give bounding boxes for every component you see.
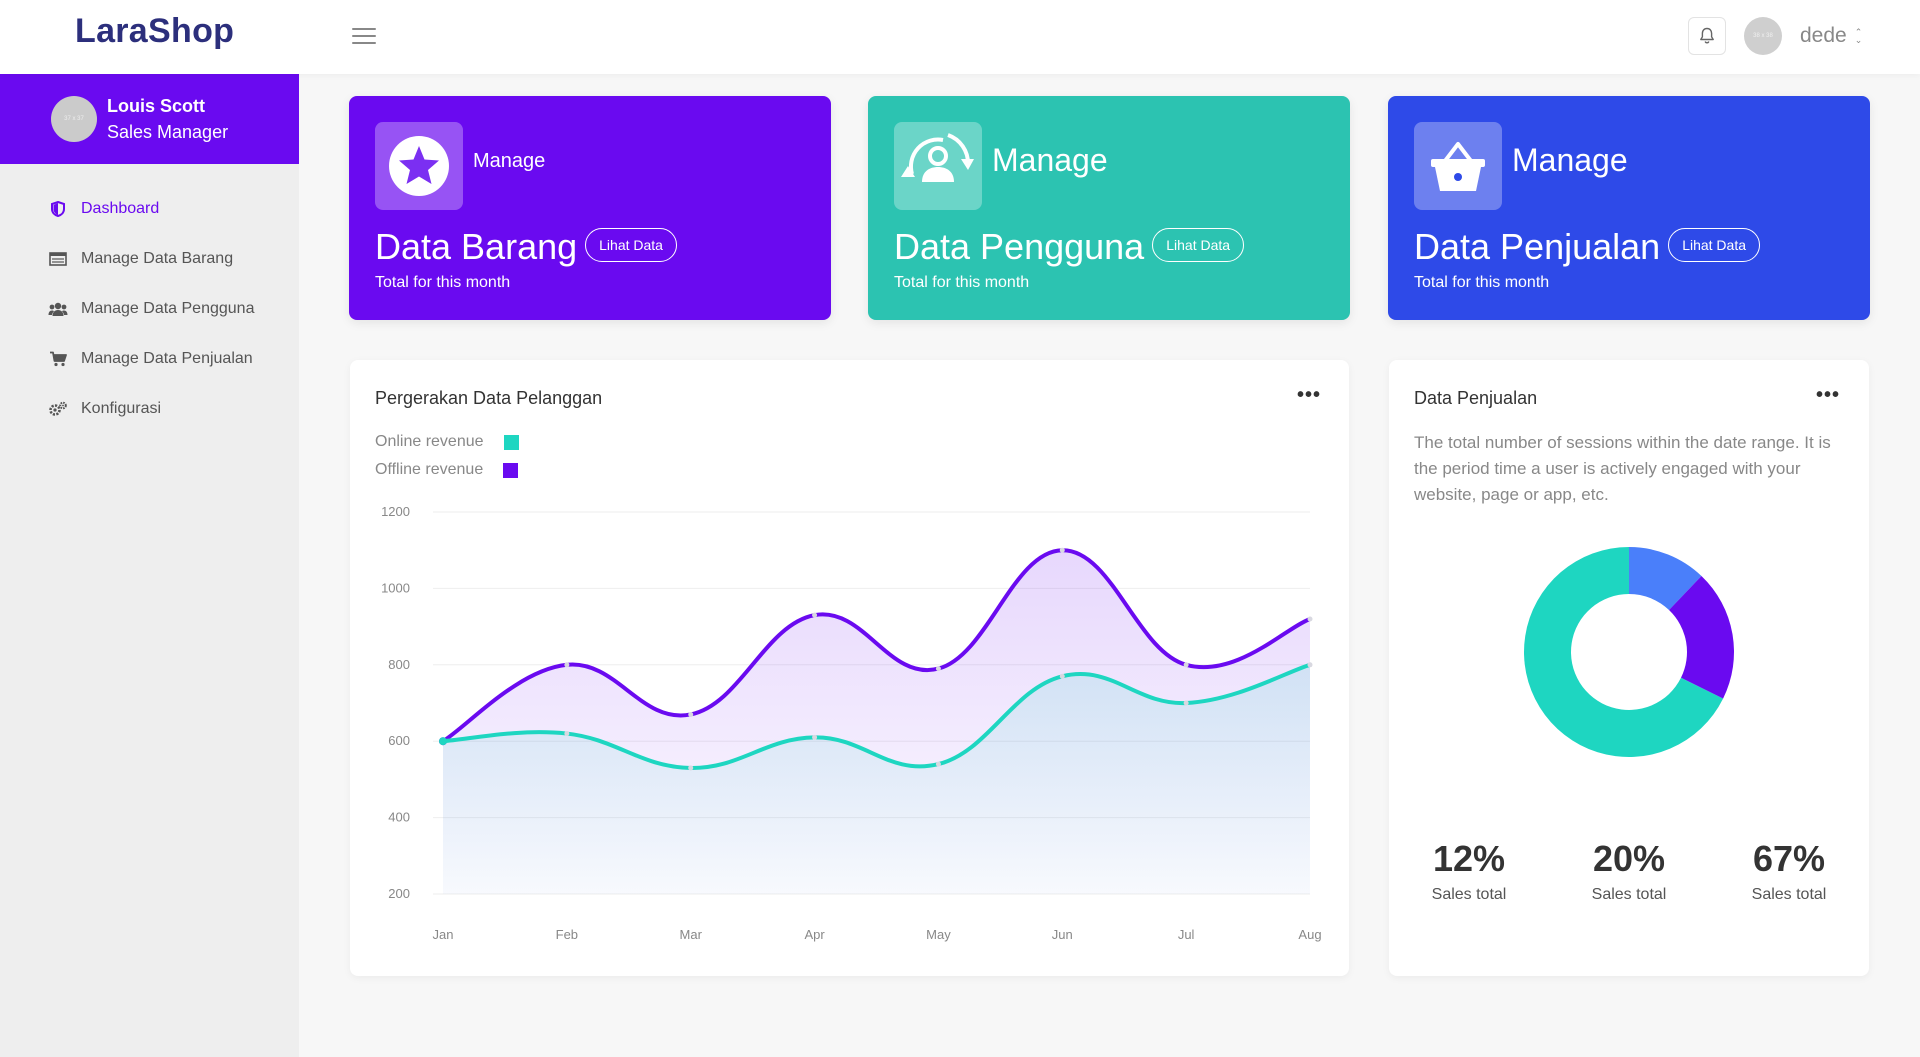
card-data-barang: Manage Data Barang Lihat Data Total for t…	[349, 96, 831, 320]
data-point[interactable]	[439, 737, 447, 746]
data-point[interactable]	[935, 761, 941, 767]
x-tick-label: Jan	[433, 927, 454, 942]
shield-icon	[48, 200, 68, 218]
sidebar-item-konfigurasi[interactable]: Konfigurasi	[0, 384, 299, 434]
y-tick-label: 1000	[381, 580, 410, 595]
stat-item: 20% Sales total	[1549, 838, 1709, 904]
table-icon	[48, 250, 68, 268]
lihat-data-button[interactable]: Lihat Data	[1152, 228, 1245, 263]
sidebar-item-label: Manage Data Pengguna	[81, 300, 255, 317]
sales-stats: 12% Sales total 20% Sales total 67% Sale…	[1389, 838, 1869, 904]
brand-logo[interactable]: LaraShop	[75, 12, 234, 51]
y-tick-label: 600	[388, 733, 410, 748]
data-point[interactable]	[564, 731, 570, 737]
cogs-icon	[48, 400, 68, 418]
more-options-icon[interactable]: •••	[1816, 385, 1840, 405]
card-title: Data Barang Lihat Data	[375, 226, 677, 268]
x-tick-label: Aug	[1298, 927, 1321, 942]
card-title: Data Penjualan Lihat Data	[1414, 226, 1761, 268]
menu-toggle-icon[interactable]	[352, 28, 376, 46]
data-point[interactable]	[1307, 616, 1313, 622]
data-point[interactable]	[935, 666, 941, 672]
notifications-button[interactable]	[1688, 17, 1726, 55]
profile-name: Louis Scott	[107, 96, 205, 116]
card-data-pengguna: Manage Data Pengguna Lihat Data Total for…	[868, 96, 1350, 320]
data-point[interactable]	[812, 734, 818, 740]
x-tick-label: Feb	[556, 927, 578, 942]
panel-title: Data Penjualan	[1414, 388, 1538, 408]
card-title: Data Pengguna Lihat Data	[894, 226, 1245, 268]
sidebar-nav: Dashboard Manage Data Barang Manage Data…	[0, 184, 299, 434]
card-manage-label: Manage	[992, 142, 1108, 178]
x-tick-label: Jun	[1052, 927, 1073, 942]
stat-item: 12% Sales total	[1389, 838, 1549, 904]
x-tick-label: Apr	[804, 927, 825, 942]
y-tick-label: 200	[388, 886, 410, 901]
line-chart: 200 400 600 800 1000 1200 Jan Feb Mar Apr May Jun Ju…	[381, 504, 1321, 942]
stat-item: 67% Sales total	[1709, 838, 1869, 904]
username-label: dede	[1800, 24, 1847, 47]
data-point[interactable]	[1307, 662, 1313, 668]
card-subtitle: Total for this month	[375, 274, 511, 291]
updown-chevron-icon: ⌃ ⌄	[1854, 27, 1863, 45]
data-point[interactable]	[1183, 662, 1189, 668]
data-point[interactable]	[564, 662, 570, 668]
stat-label: Sales total	[1751, 886, 1827, 903]
header-avatar[interactable]: 38 x 38	[1744, 17, 1782, 55]
basket-icon	[1431, 142, 1485, 191]
y-tick-label: 1200	[381, 504, 410, 519]
user-sync-icon	[901, 133, 974, 182]
sidebar-item-manage-data-barang[interactable]: Manage Data Barang	[0, 234, 299, 284]
sidebar-item-label: Manage Data Penjualan	[81, 350, 253, 367]
profile-role: Sales Manager	[107, 122, 229, 142]
card-manage-label: Manage	[1512, 142, 1628, 178]
y-tick-label: 800	[388, 657, 410, 672]
star-icon	[389, 136, 449, 196]
lihat-data-button[interactable]: Lihat Data	[585, 228, 677, 263]
stat-label: Sales total	[1591, 886, 1667, 903]
user-menu-dropdown[interactable]: dede ⌃ ⌄	[1800, 24, 1862, 48]
sidebar-profile: 37 x 37 Louis Scott Sales Manager	[0, 74, 299, 164]
data-point[interactable]	[1183, 700, 1189, 706]
donut-chart-panel: Data Penjualan ••• The total number of s…	[1389, 360, 1869, 976]
data-point[interactable]	[1059, 547, 1065, 553]
x-tick-label: Mar	[680, 927, 703, 942]
data-point[interactable]	[688, 765, 694, 771]
top-header: LaraShop 38 x 38 dede ⌃ ⌄	[0, 0, 1920, 74]
x-tick-label: Jul	[1178, 927, 1195, 942]
card-manage-label: Manage	[473, 150, 546, 172]
sidebar: 37 x 37 Louis Scott Sales Manager Dashbo…	[0, 74, 299, 1057]
sidebar-item-label: Konfigurasi	[81, 400, 162, 417]
lihat-data-button[interactable]: Lihat Data	[1668, 228, 1761, 263]
stat-value: 20%	[1592, 838, 1666, 879]
stat-value: 12%	[1432, 838, 1506, 879]
card-subtitle: Total for this month	[1414, 274, 1550, 291]
line-chart-panel: Pergerakan Data Pelanggan ••• Online rev…	[350, 360, 1349, 976]
data-point[interactable]	[1059, 673, 1065, 679]
card-subtitle: Total for this month	[894, 274, 1030, 291]
card-icon-box	[1414, 122, 1502, 210]
sidebar-item-dashboard[interactable]: Dashboard	[0, 184, 299, 234]
card-data-penjualan: Manage Data Penjualan Lihat Data Total fo…	[1388, 96, 1870, 320]
cart-icon	[48, 350, 68, 368]
data-point[interactable]	[688, 711, 694, 717]
card-icon-box	[894, 122, 982, 210]
y-tick-label: 400	[388, 810, 410, 825]
users-icon	[48, 300, 68, 318]
stat-label: Sales total	[1431, 886, 1507, 903]
card-icon-box	[375, 122, 463, 210]
avatar: 37 x 37	[51, 96, 97, 142]
data-point[interactable]	[812, 612, 818, 618]
stat-value: 67%	[1752, 838, 1826, 879]
panel-description: The total number of sessions within the …	[1414, 433, 1831, 504]
sidebar-item-manage-data-penjualan[interactable]: Manage Data Penjualan	[0, 334, 299, 384]
sidebar-item-manage-data-pengguna[interactable]: Manage Data Pengguna	[0, 284, 299, 334]
sidebar-item-label: Dashboard	[81, 200, 160, 217]
donut-chart	[1524, 547, 1734, 757]
sidebar-item-label: Manage Data Barang	[81, 250, 234, 267]
x-tick-label: May	[926, 927, 951, 942]
bell-icon	[1700, 27, 1714, 44]
